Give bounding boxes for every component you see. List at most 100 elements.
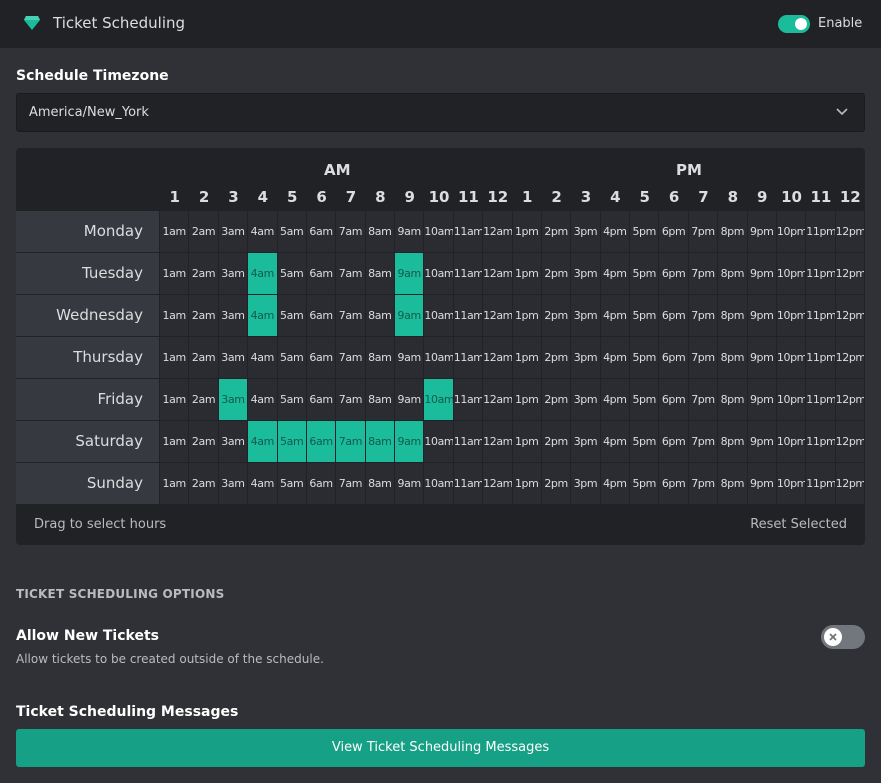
hour-cell[interactable]: 3am (218, 463, 248, 504)
hour-cell[interactable]: 5am (277, 421, 306, 462)
hour-cell[interactable]: 5pm (630, 253, 659, 294)
hour-cell[interactable]: 6pm (659, 421, 688, 462)
hour-cell[interactable]: 1am (160, 337, 189, 378)
hour-cell[interactable]: 2pm (541, 295, 571, 336)
hour-cell[interactable]: 6pm (659, 463, 688, 504)
hour-cell[interactable]: 10pm (776, 295, 806, 336)
hour-cell[interactable]: 11am (453, 421, 483, 462)
hour-cell[interactable]: 4am (248, 421, 277, 462)
hour-cell[interactable]: 12am (483, 253, 512, 294)
hour-cell[interactable]: 9am (395, 337, 424, 378)
hour-cell[interactable]: 5am (277, 337, 306, 378)
hour-cell[interactable]: 1am (160, 295, 189, 336)
hour-cell[interactable]: 11am (453, 379, 483, 420)
hour-cell[interactable]: 8am (365, 421, 394, 462)
hour-cell[interactable]: 8pm (718, 295, 747, 336)
hour-cell[interactable]: 10am (424, 421, 453, 462)
hour-cell[interactable]: 8pm (718, 421, 747, 462)
hour-cell[interactable]: 8am (365, 463, 394, 504)
hour-cell[interactable]: 3am (218, 211, 248, 252)
hour-cell[interactable]: 12am (483, 295, 512, 336)
hour-cell[interactable]: 3pm (571, 421, 600, 462)
hour-cell[interactable]: 1pm (512, 379, 541, 420)
hour-cell[interactable]: 10am (424, 379, 453, 420)
hour-cell[interactable]: 8am (365, 337, 394, 378)
hour-cell[interactable]: 7am (336, 421, 365, 462)
hour-cell[interactable]: 5pm (630, 337, 659, 378)
hour-cell[interactable]: 4am (248, 463, 277, 504)
hour-cell[interactable]: 11pm (806, 253, 835, 294)
hour-cell[interactable]: 2am (189, 295, 218, 336)
hour-cell[interactable]: 2pm (541, 337, 571, 378)
hour-cell[interactable]: 9pm (747, 253, 776, 294)
enable-toggle[interactable] (778, 15, 810, 33)
hour-cell[interactable]: 7pm (688, 379, 718, 420)
hour-cell[interactable]: 6am (306, 337, 336, 378)
hour-cell[interactable]: 12pm (835, 421, 864, 462)
hour-cell[interactable]: 6pm (659, 211, 688, 252)
hour-cell[interactable]: 7pm (688, 337, 718, 378)
hour-cell[interactable]: 3am (218, 337, 248, 378)
hour-cell[interactable]: 2pm (541, 421, 571, 462)
hour-cell[interactable]: 8pm (718, 253, 747, 294)
hour-cell[interactable]: 9pm (747, 421, 776, 462)
hour-cell[interactable]: 12pm (835, 337, 864, 378)
hour-cell[interactable]: 12am (483, 211, 512, 252)
timezone-select[interactable]: America/New_York (16, 93, 865, 132)
hour-cell[interactable]: 1am (160, 211, 189, 252)
hour-cell[interactable]: 9am (395, 253, 424, 294)
hour-cell[interactable]: 4pm (600, 463, 629, 504)
hour-cell[interactable]: 12pm (835, 211, 864, 252)
hour-cell[interactable]: 2am (189, 253, 218, 294)
hour-cell[interactable]: 11pm (806, 421, 835, 462)
hour-cell[interactable]: 9pm (747, 379, 776, 420)
hour-cell[interactable]: 4pm (600, 337, 629, 378)
hour-cell[interactable]: 5pm (630, 463, 659, 504)
hour-cell[interactable]: 4pm (600, 211, 629, 252)
hour-cell[interactable]: 3am (218, 421, 248, 462)
hour-cell[interactable]: 5pm (630, 295, 659, 336)
hour-cell[interactable]: 1pm (512, 211, 541, 252)
hour-cell[interactable]: 11am (453, 337, 483, 378)
hour-cell[interactable]: 6am (306, 211, 336, 252)
hour-cell[interactable]: 7pm (688, 421, 718, 462)
hour-cell[interactable]: 11am (453, 295, 483, 336)
hour-cell[interactable]: 6am (306, 463, 336, 504)
hour-cell[interactable]: 3pm (571, 295, 600, 336)
hour-cell[interactable]: 9am (395, 211, 424, 252)
reset-selected-button[interactable]: Reset Selected (750, 517, 847, 532)
hour-cell[interactable]: 2am (189, 463, 218, 504)
hour-cell[interactable]: 11am (453, 211, 483, 252)
hour-cell[interactable]: 11pm (806, 211, 835, 252)
hour-cell[interactable]: 2pm (541, 211, 571, 252)
hour-cell[interactable]: 4am (248, 253, 277, 294)
hour-cell[interactable]: 2pm (541, 463, 571, 504)
hour-cell[interactable]: 8pm (718, 463, 747, 504)
hour-cell[interactable]: 11pm (806, 379, 835, 420)
hour-cell[interactable]: 5am (277, 379, 306, 420)
hour-cell[interactable]: 7am (336, 379, 365, 420)
hour-cell[interactable]: 7pm (688, 253, 718, 294)
hour-cell[interactable]: 6pm (659, 253, 688, 294)
hour-cell[interactable]: 7am (336, 295, 365, 336)
hour-cell[interactable]: 9am (395, 421, 424, 462)
hour-cell[interactable]: 10am (424, 211, 453, 252)
hour-cell[interactable]: 1am (160, 463, 189, 504)
hour-cell[interactable]: 11am (453, 253, 483, 294)
hour-cell[interactable]: 4pm (600, 421, 629, 462)
hour-cell[interactable]: 7pm (688, 211, 718, 252)
hour-cell[interactable]: 1pm (512, 463, 541, 504)
hour-cell[interactable]: 9pm (747, 211, 776, 252)
hour-cell[interactable]: 5pm (630, 379, 659, 420)
hour-cell[interactable]: 1am (160, 253, 189, 294)
hour-cell[interactable]: 4pm (600, 253, 629, 294)
hour-cell[interactable]: 1pm (512, 421, 541, 462)
hour-cell[interactable]: 8pm (718, 379, 747, 420)
hour-cell[interactable]: 10pm (776, 253, 806, 294)
view-messages-button[interactable]: View Ticket Scheduling Messages (16, 729, 865, 767)
hour-cell[interactable]: 10pm (776, 211, 806, 252)
hour-cell[interactable]: 8pm (718, 211, 747, 252)
hour-cell[interactable]: 9am (395, 463, 424, 504)
hour-cell[interactable]: 3am (218, 379, 248, 420)
hour-cell[interactable]: 4am (248, 337, 277, 378)
